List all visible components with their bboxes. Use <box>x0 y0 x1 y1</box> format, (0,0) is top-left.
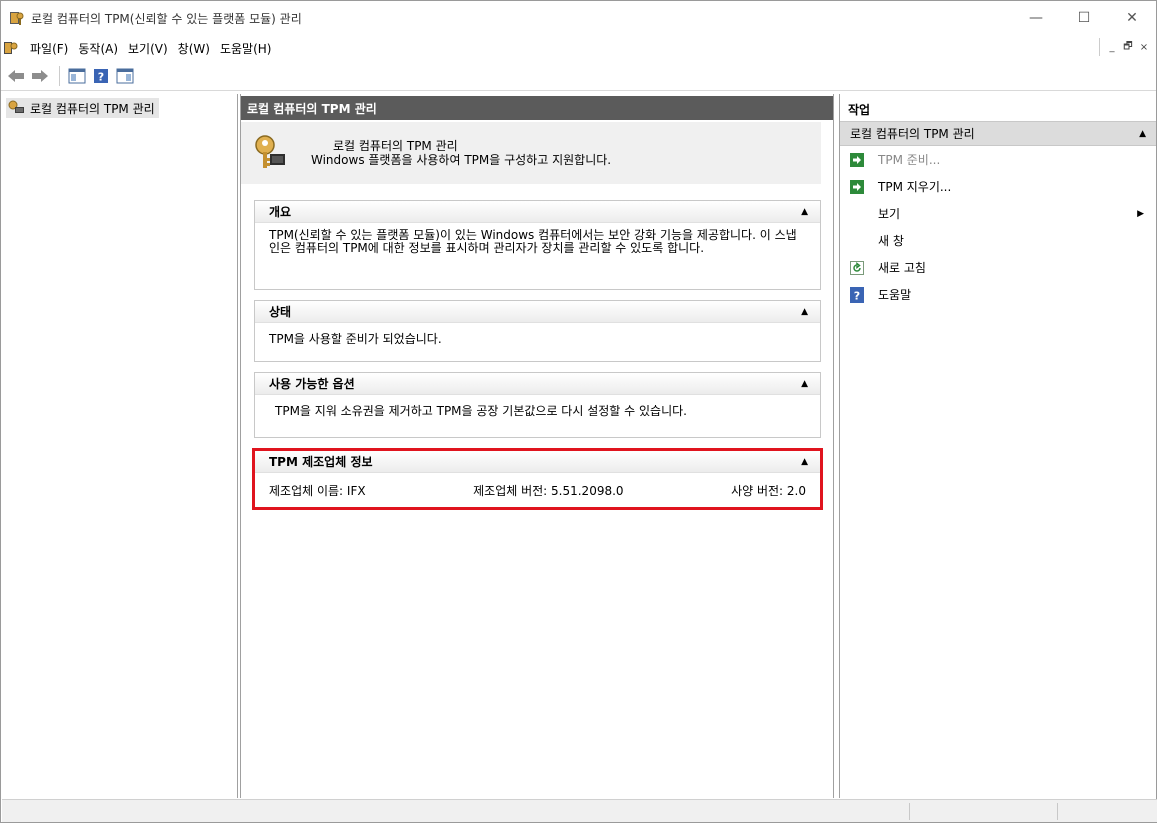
intro-subtitle: Windows 플랫폼을 사용하여 TPM을 구성하고 지원합니다. <box>311 153 612 167</box>
action-prepare-tpm[interactable]: TPM 준비... <box>840 146 1156 173</box>
section-status-title: 상태 <box>269 305 292 319</box>
intro-text: 로컬 컴퓨터의 TPM 관리 Windows 플랫폼을 사용하여 TPM을 구성… <box>311 139 612 167</box>
section-status-header[interactable]: 상태 ▲ <box>255 301 820 323</box>
action-clear-tpm[interactable]: TPM 지우기... <box>840 173 1156 200</box>
back-icon <box>8 69 24 82</box>
console-tree-pane: 로컬 컴퓨터의 TPM 관리 <box>2 94 238 798</box>
section-overview-body: TPM(신뢰할 수 있는 플랫폼 모듈)이 있는 Windows 컴퓨터에서는 … <box>269 228 797 255</box>
section-manufacturer-header[interactable]: TPM 제조업체 정보 ▲ <box>255 451 820 473</box>
forward-button[interactable] <box>29 65 51 87</box>
actions-pane: 작업 로컬 컴퓨터의 TPM 관리 ▲ TPM 준비... TPM 지우기...… <box>839 94 1156 798</box>
forward-icon <box>32 69 48 82</box>
action-new-window[interactable]: 새 창 <box>840 227 1156 254</box>
action-label: 새 창 <box>878 234 904 248</box>
manufacturer-name: 제조업체 이름: IFX <box>269 484 366 498</box>
action-label: TPM 준비... <box>878 153 941 167</box>
section-manufacturer-body: 제조업체 이름: IFX 제조업체 버전: 5.51.2098.0 사양 버전:… <box>255 473 820 504</box>
section-available-options: 사용 가능한 옵션 ▲ TPM을 지워 소유권을 제거하고 TPM을 공장 기본… <box>254 372 821 438</box>
help-button[interactable]: ? <box>90 65 112 87</box>
mdi-close-button[interactable]: × <box>1136 38 1152 56</box>
mmc-window: 로컬 컴퓨터의 TPM(신뢰할 수 있는 플랫폼 모듈) 관리 — ☐ ✕ 파일… <box>0 0 1157 823</box>
actions-group-label: 로컬 컴퓨터의 TPM 관리 <box>850 127 975 141</box>
status-divider <box>1057 803 1058 820</box>
refresh-icon <box>850 260 864 275</box>
show-hide-action-pane-icon <box>116 68 134 83</box>
window-title: 로컬 컴퓨터의 TPM(신뢰할 수 있는 플랫폼 모듈) 관리 <box>31 11 302 26</box>
show-hide-action-pane-button[interactable] <box>114 65 136 87</box>
menu-view[interactable]: 보기(V) <box>124 40 174 57</box>
actions-title: 작업 <box>840 98 1156 122</box>
close-button[interactable]: ✕ <box>1108 1 1156 35</box>
intro-banner: 로컬 컴퓨터의 TPM 관리 Windows 플랫폼을 사용하여 TPM을 구성… <box>241 122 821 184</box>
collapse-icon[interactable]: ▲ <box>1139 129 1146 139</box>
svg-text:?: ? <box>98 70 104 83</box>
mdi-restore-button[interactable]: 🗗 <box>1120 38 1136 56</box>
section-status: 상태 ▲ TPM을 사용할 준비가 되었습니다. <box>254 300 821 362</box>
show-hide-console-tree-button[interactable] <box>66 65 88 87</box>
show-hide-console-tree-icon <box>68 68 86 83</box>
toolbar-separator <box>59 65 60 86</box>
spec-version: 사양 버전: 2.0 <box>731 484 806 498</box>
help-icon: ? <box>94 68 108 83</box>
section-manufacturer-title: TPM 제조업체 정보 <box>269 455 373 469</box>
submenu-arrow-icon: ▶ <box>1137 208 1144 219</box>
action-help[interactable]: ? 도움말 <box>840 281 1156 308</box>
action-view[interactable]: 보기 ▶ <box>840 200 1156 227</box>
result-pane-header: 로컬 컴퓨터의 TPM 관리 <box>241 96 833 120</box>
green-arrow-icon <box>850 179 864 194</box>
collapse-icon[interactable]: ▲ <box>801 379 808 389</box>
status-bar <box>2 799 1157 822</box>
menu-action[interactable]: 동작(A) <box>74 40 124 57</box>
help-icon: ? <box>850 286 864 303</box>
tpm-app-icon <box>10 12 24 25</box>
back-button[interactable] <box>5 65 27 87</box>
menu-bar: 파일(F) 동작(A) 보기(V) 창(W) 도움말(H) _ 🗗 × <box>1 35 1156 61</box>
section-overview: 개요 ▲ TPM(신뢰할 수 있는 플랫폼 모듈)이 있는 Windows 컴퓨… <box>254 200 821 290</box>
collapse-icon[interactable]: ▲ <box>801 207 808 217</box>
result-pane: 로컬 컴퓨터의 TPM 관리 로컬 컴퓨터의 TPM 관리 Windows 플랫… <box>240 94 834 798</box>
section-overview-header[interactable]: 개요 ▲ <box>255 201 820 223</box>
section-overview-title: 개요 <box>269 205 292 219</box>
collapse-icon[interactable]: ▲ <box>801 457 808 467</box>
green-arrow-icon <box>850 152 864 167</box>
tree-item-label: 로컬 컴퓨터의 TPM 관리 <box>30 101 155 116</box>
action-label: 보기 <box>878 207 901 221</box>
title-bar: 로컬 컴퓨터의 TPM(신뢰할 수 있는 플랫폼 모듈) 관리 — ☐ ✕ <box>1 1 1156 35</box>
section-status-body: TPM을 사용할 준비가 되었습니다. <box>269 332 442 346</box>
menu-file[interactable]: 파일(F) <box>26 40 74 57</box>
action-refresh[interactable]: 새로 고침 <box>840 254 1156 281</box>
tpm-key-chip-icon <box>255 135 285 168</box>
action-label: 도움말 <box>878 288 912 302</box>
mdi-minimize-button[interactable]: _ <box>1104 38 1120 56</box>
manufacturer-version: 제조업체 버전: 5.51.2098.0 <box>473 484 624 498</box>
svg-text:?: ? <box>854 289 860 302</box>
tpm-key-icon <box>8 100 24 113</box>
intro-title: 로컬 컴퓨터의 TPM 관리 <box>333 139 458 153</box>
maximize-button[interactable]: ☐ <box>1060 1 1108 35</box>
section-manufacturer-info: TPM 제조업체 정보 ▲ 제조업체 이름: IFX 제조업체 버전: 5.51… <box>252 448 823 510</box>
toolbar: ? <box>1 61 1156 91</box>
section-options-body: TPM을 지워 소유권을 제거하고 TPM을 공장 기본값으로 다시 설정할 수… <box>275 404 687 418</box>
menu-help[interactable]: 도움말(H) <box>216 40 278 57</box>
tree-item-tpm-management[interactable]: 로컬 컴퓨터의 TPM 관리 <box>6 98 159 118</box>
actions-group-header[interactable]: 로컬 컴퓨터의 TPM 관리 ▲ <box>840 122 1156 146</box>
minimize-button[interactable]: — <box>1012 1 1060 35</box>
system-menu-icon[interactable] <box>4 41 18 55</box>
status-divider <box>909 803 910 820</box>
action-label: 새로 고침 <box>878 261 926 275</box>
collapse-icon[interactable]: ▲ <box>801 307 808 317</box>
section-options-title: 사용 가능한 옵션 <box>269 377 355 391</box>
action-label: TPM 지우기... <box>878 180 952 194</box>
menu-window[interactable]: 창(W) <box>174 40 216 57</box>
section-options-header[interactable]: 사용 가능한 옵션 ▲ <box>255 373 820 395</box>
result-pane-body: 로컬 컴퓨터의 TPM 관리 Windows 플랫폼을 사용하여 TPM을 구성… <box>241 122 833 798</box>
